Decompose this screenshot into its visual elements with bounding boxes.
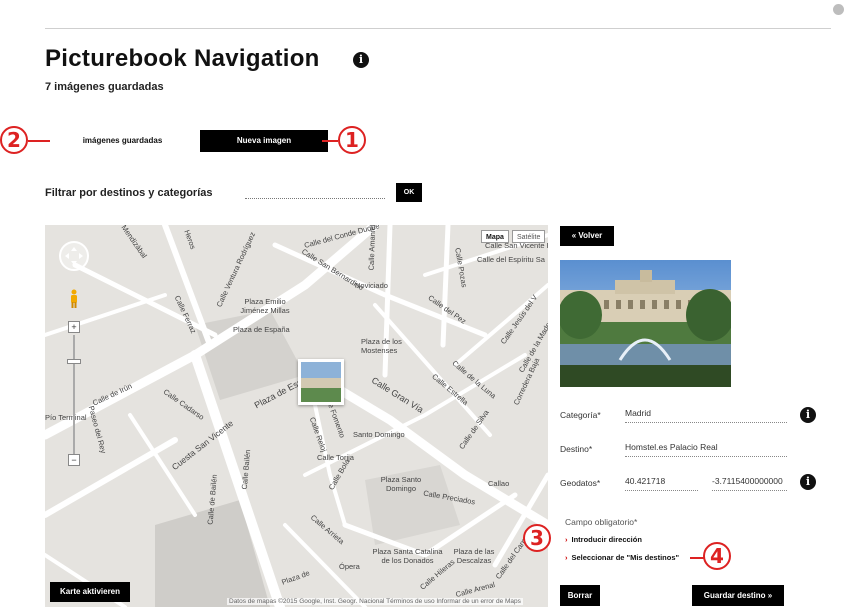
callout-2: 2 [0,126,28,154]
geodata-info-icon[interactable]: i [800,474,816,490]
map-type-map-button[interactable]: Mapa [481,230,509,243]
street-label: Noviciado [355,281,388,290]
top-divider [45,28,831,29]
back-button-label: Volver [578,231,603,240]
delete-button[interactable]: Borrar [560,585,600,606]
back-button[interactable]: « Volver [560,226,614,246]
street-label: Callao [488,479,510,488]
zoom-slider-thumb[interactable] [67,359,81,364]
map-type-satellite-button[interactable]: Satélite [512,230,546,243]
callout-2-line [28,140,50,142]
callout-4: 4 [703,542,731,570]
pan-arrows-icon [65,247,83,265]
corner-icon [833,4,844,15]
street-label: Calle del Espíritu Sa [477,255,545,264]
category-info-icon[interactable]: i [800,407,816,423]
map[interactable]: Calle del Conde Duque Mendizábal Heros C… [45,225,548,607]
filter-input[interactable] [245,183,385,199]
chevron-right-icon: › [565,535,568,544]
filter-ok-button[interactable]: OK [396,183,422,202]
callout-1-line [322,140,338,142]
street-label: Plaza de España [233,325,290,334]
title-info-icon[interactable]: i [353,52,369,68]
select-my-destinations-link[interactable]: › Seleccionar de "Mis destinos" [565,553,679,562]
zoom-out-button[interactable]: − [68,454,80,466]
latitude-field[interactable]: 40.421718 [625,476,698,491]
map-image-marker[interactable] [298,359,344,405]
page-title: Picturebook Navigation [45,45,320,72]
saved-images-count: 7 imágenes guardadas [45,81,164,93]
required-field-note: Campo obligatorio* [565,517,638,527]
save-destination-button[interactable]: Guardar destino » [692,585,784,606]
tab-saved-images[interactable]: imágenes guardadas [45,130,200,152]
marker-thumbnail-image [301,362,341,402]
tab-new-image[interactable]: Nueva imagen [200,130,328,152]
longitude-field[interactable]: -3.7115400000000 [712,476,787,491]
enter-address-link[interactable]: › Introducir dirección [565,535,642,544]
street-label: Ópera [339,562,360,571]
street-label: Pío Terminal [45,413,87,422]
map-attribution[interactable]: Datos de mapas ©2015 Google, Inst. Geogr… [227,598,523,605]
callout-4-line [690,557,704,559]
category-field[interactable]: Madrid [625,408,787,423]
map-pan-control[interactable] [59,241,89,271]
palace-photo [560,260,731,387]
activate-map-button[interactable]: Karte aktivieren [50,582,130,602]
street-label: Plaza Santa Catalina de los Donados [372,547,443,565]
filter-label: Filtrar por destinos y categorías [45,187,213,199]
destination-photo [560,260,731,387]
geodata-label: Geodatos* [560,478,601,488]
street-view-pegman-icon[interactable] [69,289,79,309]
chevron-right-icon: › [565,553,568,562]
street-label: Plaza Emilio Jiménez Millas [240,297,290,315]
street-label: Plaza de los Mostenses [361,337,402,355]
destination-label: Destino* [560,444,593,454]
category-label: Categoría* [560,410,601,420]
zoom-slider-track[interactable] [73,335,75,455]
save-button-label: Guardar destino [703,591,766,600]
callout-3: 3 [523,524,551,552]
street-label: Plaza Santo Domingo [380,475,422,493]
zoom-in-button[interactable]: + [68,321,80,333]
street-label: Santo Domingo [353,430,405,439]
destination-field[interactable]: Homstel.es Palacio Real [625,442,787,457]
street-label: Plaza de las Descalzas [453,547,495,565]
double-chevron-right-icon: » [765,591,773,600]
street-label: Calle Amaniel [366,225,378,271]
callout-1: 1 [338,126,366,154]
